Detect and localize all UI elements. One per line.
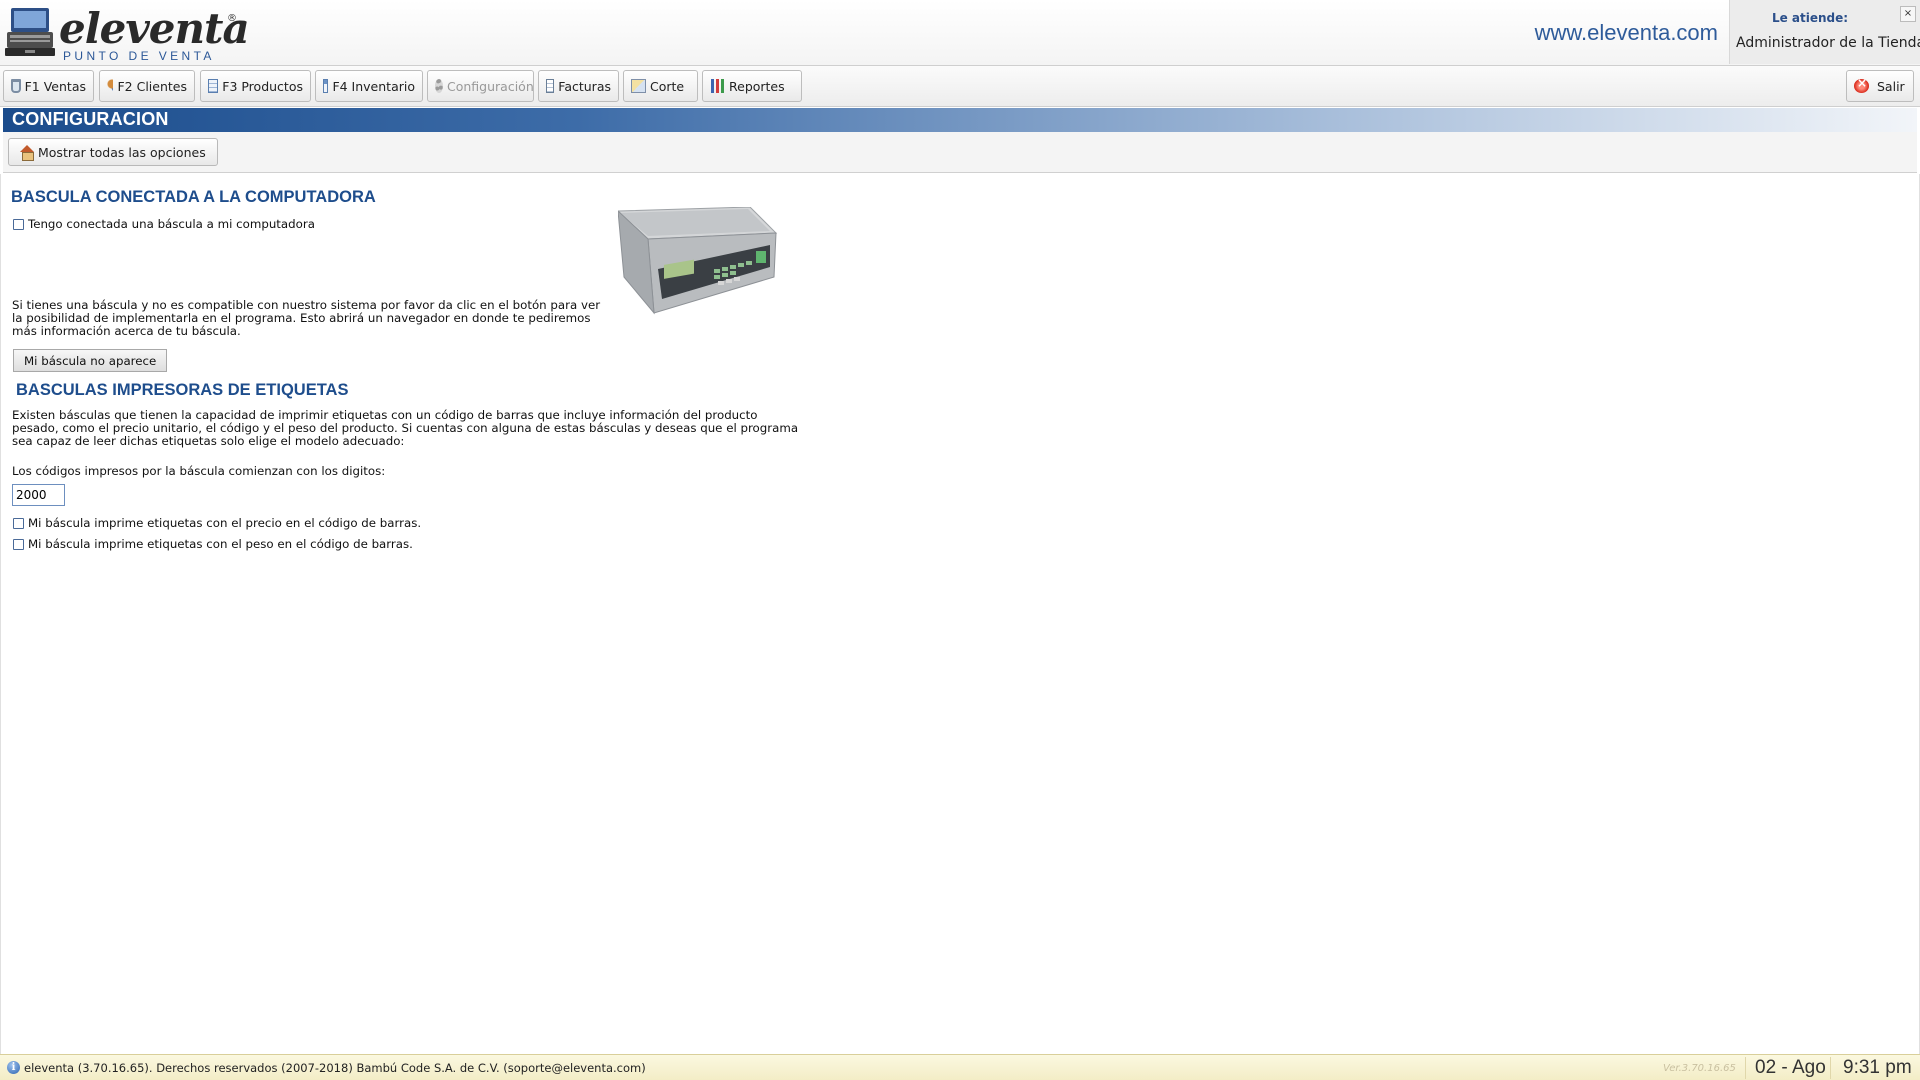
salir-button[interactable]: Salir (1846, 70, 1914, 102)
facturas-button[interactable]: Facturas (538, 70, 619, 102)
reportes-button-label: Reportes (729, 78, 785, 94)
price-in-barcode-checkbox[interactable]: Mi báscula imprime etiquetas con el prec… (13, 516, 421, 530)
label-printers-heading: BASCULAS IMPRESORAS DE ETIQUETAS (16, 381, 349, 399)
registered-mark: ® (227, 13, 237, 24)
attending-user-panel: Le atiende: Administrador de la Tienda × (1729, 0, 1920, 64)
version-text: Ver.3.70.16.65 (1663, 1063, 1736, 1074)
inventario-button-label: F4 Inventario (332, 78, 415, 94)
show-all-options-button[interactable]: Mostrar todas las opciones (8, 138, 218, 166)
section-header-band: CONFIGURACION (3, 108, 1917, 132)
cut-icon (631, 79, 646, 93)
eleventa-logo: eleventa ® PUNTO DE VENTA (5, 5, 250, 63)
content-area: BASCULA CONECTADA A LA COMPUTADORA Tengo… (0, 174, 1920, 1054)
inventario-button[interactable]: F4 Inventario (315, 70, 423, 102)
home-icon (19, 145, 35, 161)
exit-icon (1854, 76, 1869, 93)
logo-wordmark: eleventa (59, 4, 250, 53)
clientes-button[interactable]: F2 Clientes (99, 70, 195, 102)
bascula-heading: BASCULA CONECTADA A LA COMPUTADORA (11, 188, 376, 206)
scale-help-text: Si tienes una báscula y no es compatible… (12, 298, 601, 338)
ventas-button[interactable]: F1 Ventas (3, 70, 94, 102)
copyright-text: eleventa (3.70.16.65). Derechos reservad… (24, 1061, 646, 1075)
logo-subtitle: PUNTO DE VENTA (63, 49, 215, 63)
price-in-barcode-checkbox-box[interactable] (13, 517, 24, 529)
clientes-button-label: F2 Clientes (117, 78, 187, 94)
label-printers-description: Existen básculas que tienen la capacidad… (12, 408, 799, 448)
status-time: 9:31 pm (1843, 1057, 1912, 1078)
cash-register-icon (5, 8, 55, 56)
facturas-button-label: Facturas (558, 78, 611, 94)
info-icon: i (7, 1061, 20, 1074)
cart-icon (11, 79, 21, 93)
status-date: 02 - Ago (1755, 1057, 1826, 1078)
weight-in-barcode-checkbox-box[interactable] (13, 538, 24, 550)
status-separator (1745, 1057, 1746, 1079)
website-link[interactable]: www.eleventa.com (1535, 20, 1718, 46)
inventory-icon (323, 79, 329, 93)
scale-connected-checkbox[interactable]: Tengo conectada una báscula a mi computa… (13, 217, 315, 231)
barcode-prefix-label: Los códigos impresos por la báscula comi… (12, 464, 386, 478)
invoice-icon (546, 79, 555, 93)
attend-user-name: Administrador de la Tienda (1736, 35, 1920, 51)
page-title: CONFIGURACION (12, 109, 169, 129)
productos-button[interactable]: F3 Productos (200, 70, 311, 102)
corte-button-label: Corte (650, 78, 685, 94)
status-bar: i eleventa (3.70.16.65). Derechos reserv… (0, 1054, 1920, 1080)
scale-connected-checkbox-box[interactable] (13, 218, 24, 230)
clients-icon (107, 79, 114, 93)
ventas-button-label: F1 Ventas (24, 78, 86, 94)
price-in-barcode-checkbox-label: Mi báscula imprime etiquetas con el prec… (28, 516, 422, 530)
products-icon (208, 79, 219, 93)
status-separator (1830, 1057, 1831, 1079)
barcode-prefix-input[interactable]: 2000 (12, 484, 65, 506)
configuracion-button-label: Configuración (447, 78, 534, 94)
weight-in-barcode-checkbox-label: Mi báscula imprime etiquetas con el peso… (28, 537, 413, 551)
main-toolbar: F1 Ventas F2 Clientes F3 Productos F4 In… (0, 66, 1920, 107)
weighing-scale-image (618, 207, 778, 315)
scale-connected-checkbox-label: Tengo conectada una báscula a mi computa… (28, 217, 315, 231)
chart-icon (710, 79, 725, 93)
attend-label: Le atiende: (1771, 11, 1849, 25)
scale-not-listed-button[interactable]: Mi báscula no aparece (13, 349, 168, 372)
configuracion-button[interactable]: Configuración (427, 70, 534, 102)
reportes-button[interactable]: Reportes (702, 70, 802, 102)
salir-button-label: Salir (1877, 78, 1905, 94)
section-toolbar: Mostrar todas las opciones (3, 132, 1917, 173)
app-header: eleventa ® PUNTO DE VENTA www.eleventa.c… (0, 0, 1920, 66)
close-icon[interactable]: × (1900, 6, 1916, 22)
weight-in-barcode-checkbox[interactable]: Mi báscula imprime etiquetas con el peso… (13, 537, 413, 551)
corte-button[interactable]: Corte (623, 70, 698, 102)
gear-icon (435, 79, 443, 93)
show-all-options-label: Mostrar todas las opciones (38, 144, 206, 160)
productos-button-label: F3 Productos (222, 78, 303, 94)
